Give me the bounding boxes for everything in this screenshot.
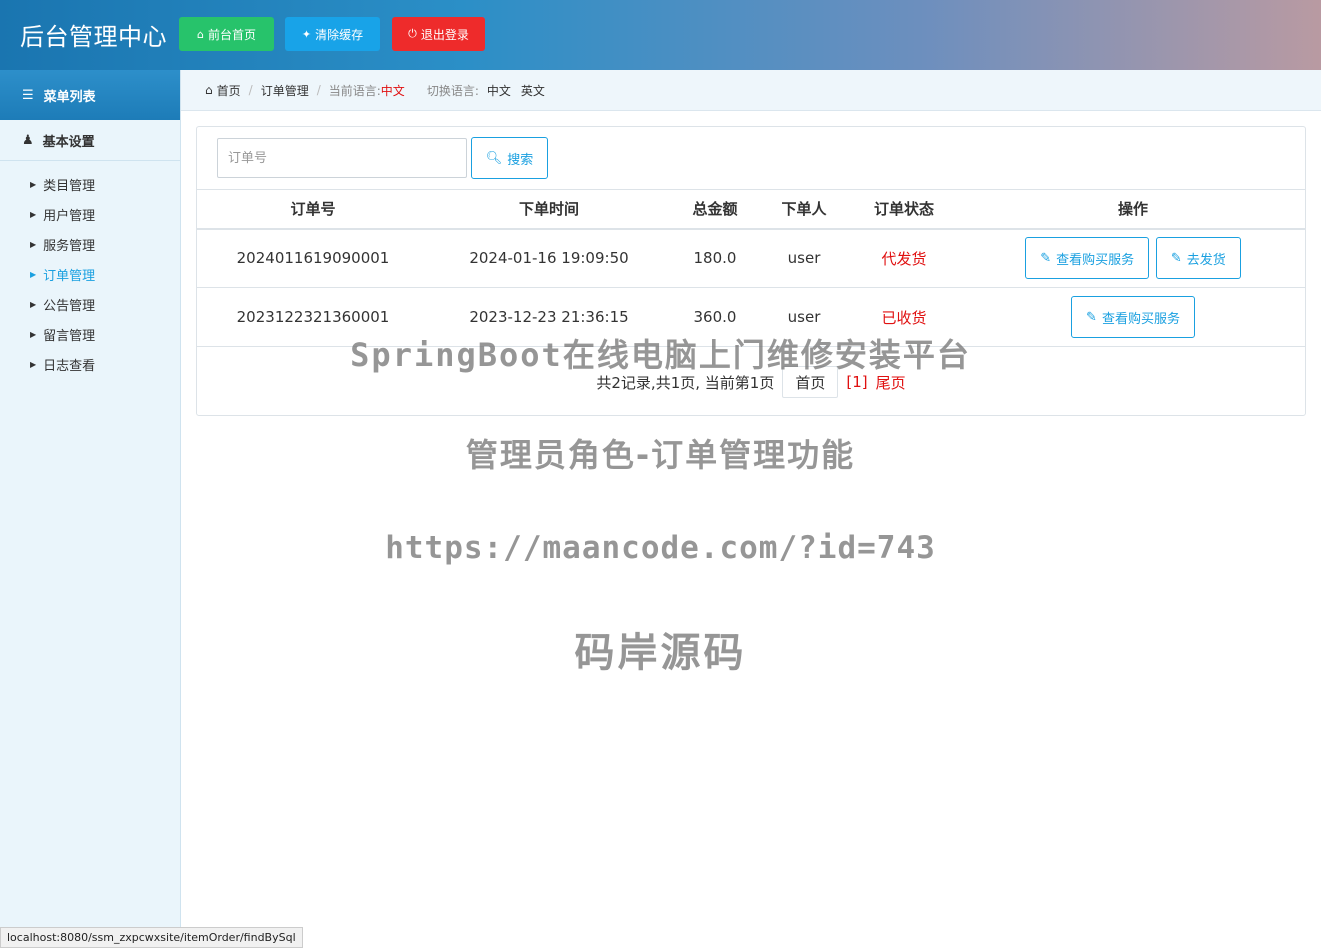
menu-list-title: 菜单列表 (43, 89, 96, 105)
sidebar-item-label: 公告管理 (43, 298, 96, 314)
cell-amount: 360.0 (669, 287, 761, 347)
watermark-url: https://maancode.com/?id=743 (385, 530, 936, 566)
frontend-home-button[interactable]: ⌂ 前台首页 (179, 17, 274, 51)
sidebar-item-label: 留言管理 (43, 328, 96, 344)
frontend-home-label: 前台首页 (207, 27, 256, 42)
caret-right-icon: ▶ (30, 299, 37, 309)
sidebar-item-services[interactable]: ▶ 服务管理 (0, 229, 180, 259)
basic-settings-group[interactable]: ♟ 基本设置 (0, 120, 180, 161)
switch-language-zh[interactable]: 中文 (487, 82, 511, 99)
table-row: 2023122321360001 2023-12-23 21:36:15 360… (197, 287, 1305, 347)
table-header-row: 订单号 下单时间 总金额 下单人 订单状态 操作 (197, 189, 1305, 230)
breadcrumb-current: 订单管理 (260, 83, 309, 98)
status-bar-url: localhost:8080/ssm_zxpcwxsite/itemOrder/… (0, 927, 303, 948)
group-title: 基本设置 (42, 134, 95, 150)
cell-actions: ✎ 查看购买服务 ✎ 去发货 (961, 228, 1305, 288)
ship-order-label: 去发货 (1186, 252, 1226, 268)
home-icon: ⌂ (205, 83, 213, 97)
edit-icon: ✎ (1170, 250, 1182, 266)
first-page-button[interactable]: 首页 (782, 366, 839, 398)
wrench-icon: ✦ (301, 27, 312, 41)
top-header: 后台管理中心 ⌂ 前台首页 ✦ 清除缓存 ⏻ 退出登录 (0, 0, 1321, 70)
last-page-link[interactable]: 尾页 (876, 372, 906, 393)
view-services-button[interactable]: ✎ 查看购买服务 (1071, 296, 1195, 338)
sidebar-item-notices[interactable]: ▶ 公告管理 (0, 289, 180, 319)
cell-time: 2024-01-16 19:09:50 (429, 228, 669, 288)
ship-order-button[interactable]: ✎ 去发货 (1155, 237, 1241, 280)
search-icon: 🔍︎ (485, 150, 503, 166)
cell-amount: 180.0 (669, 228, 761, 288)
sidebar-item-label: 类目管理 (43, 178, 96, 194)
cell-time: 2023-12-23 21:36:15 (429, 287, 669, 347)
pagination-summary: 共2记录,共1页, 当前第1页 (596, 373, 775, 392)
table-row: 2024011619090001 2024-01-16 19:09:50 180… (197, 228, 1305, 288)
sidebar-item-category[interactable]: ▶ 类目管理 (0, 169, 180, 199)
menu-list: ▶ 类目管理 ▶ 用户管理 ▶ 服务管理 ▶ 订单管理 ▶ 公告管理 ▶ 留言管… (0, 161, 180, 379)
column-header-order-no: 订单号 (197, 189, 429, 230)
caret-right-icon: ▶ (30, 329, 37, 339)
switch-language-en[interactable]: 英文 (521, 82, 545, 99)
power-icon: ⏻ (408, 27, 417, 40)
column-header-actions: 操作 (961, 189, 1305, 230)
user-icon: ♟ (22, 132, 34, 148)
order-number-input[interactable] (217, 138, 467, 178)
breadcrumb-separator: / (316, 83, 321, 97)
breadcrumb: ⌂ 首页 / 订单管理 / 当前语言: 中文 切换语言: 中文 英文 (181, 70, 1321, 111)
sidebar-item-label: 日志查看 (43, 358, 96, 374)
cell-user: user (761, 287, 847, 347)
cell-status: 已收货 (847, 287, 961, 347)
list-icon: ☰ (22, 87, 34, 103)
sidebar-item-logs[interactable]: ▶ 日志查看 (0, 349, 180, 379)
sidebar-item-users[interactable]: ▶ 用户管理 (0, 199, 180, 229)
current-language-value: 中文 (380, 83, 405, 98)
menu-list-header[interactable]: ☰ 菜单列表 (0, 70, 180, 120)
edit-icon: ✎ (1086, 309, 1097, 325)
watermark-brand: 码岸源码 (574, 630, 747, 676)
breadcrumb-home[interactable]: 首页 (217, 82, 241, 99)
app-title: 后台管理中心 (20, 23, 167, 51)
sidebar-item-label: 订单管理 (43, 268, 96, 284)
column-header-user: 下单人 (761, 189, 847, 230)
cell-order-no: 2023122321360001 (197, 287, 429, 347)
edit-icon: ✎ (1040, 250, 1052, 266)
caret-right-icon: ▶ (30, 269, 37, 279)
caret-right-icon: ▶ (30, 209, 37, 219)
view-services-label: 查看购买服务 (1101, 311, 1180, 327)
current-language-label: 当前语言: (328, 83, 381, 98)
clear-cache-button[interactable]: ✦ 清除缓存 (285, 17, 380, 51)
column-header-amount: 总金额 (669, 189, 761, 230)
cell-order-no: 2024011619090001 (197, 228, 429, 288)
column-header-status: 订单状态 (847, 189, 961, 230)
caret-right-icon: ▶ (30, 179, 37, 189)
clear-cache-label: 清除缓存 (315, 27, 364, 42)
watermark-subtitle: 管理员角色-订单管理功能 (465, 436, 856, 474)
sidebar-item-messages[interactable]: ▶ 留言管理 (0, 319, 180, 349)
sidebar-item-label: 用户管理 (43, 208, 96, 224)
cell-user: user (761, 228, 847, 288)
order-panel: 🔍︎ 搜索 订单号 下单时间 总金额 下单人 订单状态 操作 202401161… (196, 126, 1306, 416)
logout-label: 退出登录 (420, 27, 469, 42)
cell-actions: ✎ 查看购买服务 (961, 287, 1305, 347)
switch-language-label: 切换语言: (426, 83, 479, 98)
sidebar: ☰ 菜单列表 ♟ 基本设置 ▶ 类目管理 ▶ 用户管理 ▶ 服务管理 ▶ 订单管… (0, 70, 181, 948)
column-header-time: 下单时间 (429, 189, 669, 230)
sidebar-item-label: 服务管理 (43, 238, 96, 254)
pagination: 共2记录,共1页, 当前第1页 首页 [1] 尾页 (197, 365, 1305, 399)
caret-right-icon: ▶ (30, 359, 37, 369)
view-services-button[interactable]: ✎ 查看购买服务 (1025, 237, 1150, 280)
search-button-label: 搜索 (507, 152, 534, 168)
home-icon: ⌂ (197, 27, 204, 41)
order-table: 订单号 下单时间 总金额 下单人 订单状态 操作 202401161909000… (197, 189, 1305, 347)
sidebar-item-orders[interactable]: ▶ 订单管理 (0, 259, 180, 289)
breadcrumb-separator: / (248, 83, 253, 97)
search-button[interactable]: 🔍︎ 搜索 (471, 137, 548, 179)
caret-right-icon: ▶ (30, 239, 37, 249)
logout-button[interactable]: ⏻ 退出登录 (392, 17, 485, 51)
page-1-link[interactable]: [1] (846, 373, 867, 391)
view-services-label: 查看购买服务 (1056, 252, 1135, 268)
cell-status: 代发货 (847, 228, 961, 288)
